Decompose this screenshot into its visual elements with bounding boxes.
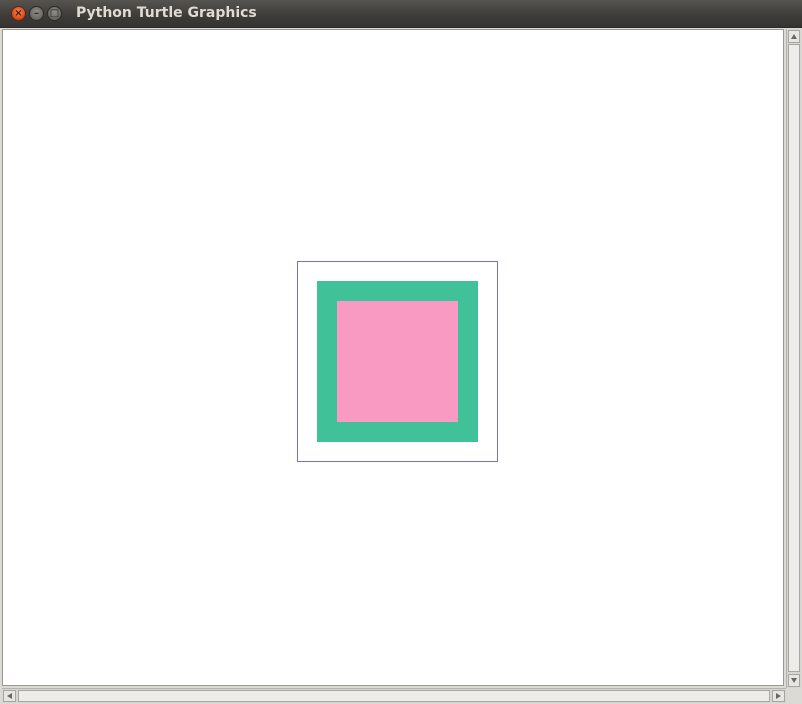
horizontal-scrollbar[interactable]	[2, 688, 786, 703]
minimize-icon[interactable]: –	[29, 6, 44, 21]
turtle-window: × – □ Python Turtle Graphics	[0, 0, 802, 704]
window-title: Python Turtle Graphics	[76, 5, 257, 21]
arrow-down-icon[interactable]	[788, 674, 800, 687]
arrow-up-icon[interactable]	[788, 30, 800, 43]
vertical-scroll-thumb[interactable]	[788, 44, 800, 672]
inner-filled-square	[337, 301, 458, 422]
vertical-scrollbar[interactable]	[786, 29, 801, 688]
title-bar[interactable]: × – □ Python Turtle Graphics	[0, 0, 802, 28]
turtle-canvas[interactable]	[2, 29, 784, 686]
arrow-right-icon[interactable]	[772, 690, 785, 702]
drawing-surface	[297, 261, 498, 462]
scrollbar-corner	[786, 688, 802, 704]
arrow-left-icon[interactable]	[3, 690, 16, 702]
maximize-icon[interactable]: □	[47, 6, 62, 21]
close-icon[interactable]: ×	[11, 6, 26, 21]
horizontal-scroll-thumb[interactable]	[18, 690, 770, 702]
